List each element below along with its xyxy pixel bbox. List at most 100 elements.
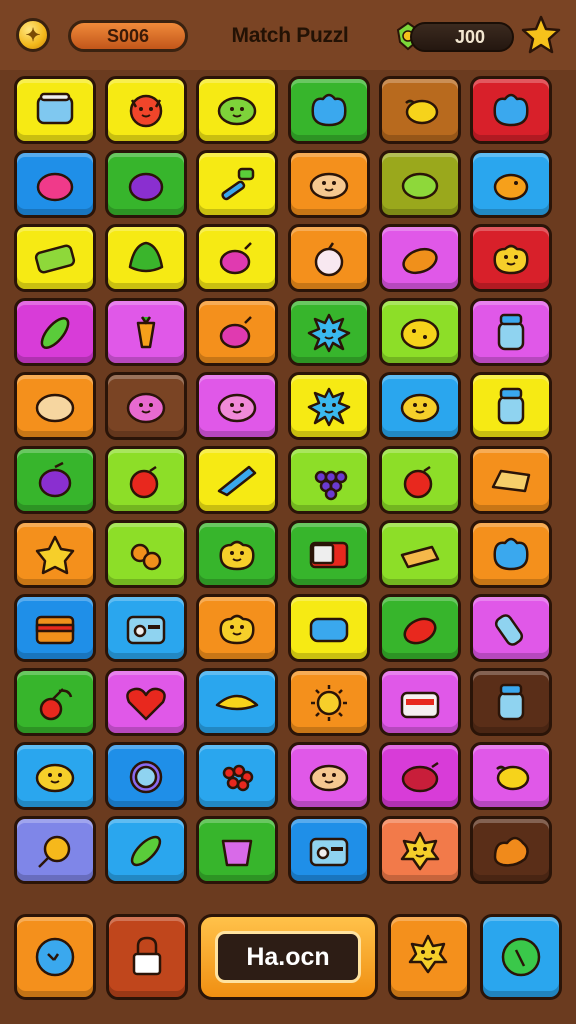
tile[interactable] <box>470 298 552 366</box>
tile[interactable] <box>105 668 188 736</box>
booster-button-sun-face[interactable] <box>388 914 470 1000</box>
lemon-icon <box>404 99 439 125</box>
grapes-icon <box>314 470 347 501</box>
mirror-icon <box>129 760 163 794</box>
tile[interactable] <box>105 76 188 144</box>
tile[interactable] <box>470 150 552 218</box>
match-button-label: Ha.ocn <box>215 931 361 983</box>
pink-blob-icon <box>218 393 257 423</box>
tile[interactable] <box>470 372 552 440</box>
bottle-icon <box>494 614 524 646</box>
cheese-blob-icon <box>400 318 440 350</box>
tile[interactable] <box>287 520 370 588</box>
tile[interactable] <box>196 298 279 366</box>
tile[interactable] <box>470 76 552 144</box>
tile[interactable] <box>378 150 461 218</box>
tile[interactable] <box>14 76 96 144</box>
tile[interactable] <box>378 372 461 440</box>
tile[interactable] <box>196 150 279 218</box>
jar-icon <box>497 387 525 425</box>
tile[interactable] <box>105 150 188 218</box>
tile[interactable] <box>287 446 370 514</box>
cherry-icon <box>39 688 73 721</box>
lime-icon <box>401 172 439 200</box>
tile[interactable] <box>470 446 552 514</box>
tile[interactable] <box>378 742 461 810</box>
tile[interactable] <box>378 298 461 366</box>
tile[interactable] <box>287 594 370 662</box>
tile[interactable] <box>14 520 96 588</box>
berries-icon <box>223 764 254 792</box>
tile[interactable] <box>14 668 96 736</box>
hammer-icon <box>221 167 255 201</box>
tile[interactable] <box>14 446 96 514</box>
tile[interactable] <box>196 446 279 514</box>
tile[interactable] <box>470 742 552 810</box>
tile[interactable] <box>378 446 461 514</box>
tile[interactable] <box>470 520 552 588</box>
pill-box-icon <box>309 617 348 643</box>
tile[interactable] <box>14 150 96 218</box>
tile[interactable] <box>287 76 370 144</box>
tile[interactable] <box>287 224 370 292</box>
blue-creature-icon <box>311 93 347 127</box>
tile[interactable] <box>378 76 461 144</box>
sun-face-icon <box>400 831 440 871</box>
gem-counter: J00 <box>410 22 514 52</box>
tile[interactable] <box>196 668 279 736</box>
match-button[interactable]: Ha.ocn <box>198 914 378 1000</box>
booster-button-green-orb[interactable] <box>480 914 562 1000</box>
tile[interactable] <box>105 520 188 588</box>
tile[interactable] <box>287 668 370 736</box>
tomato-icon <box>129 465 159 499</box>
tile[interactable] <box>378 594 461 662</box>
tile[interactable] <box>14 372 96 440</box>
tile[interactable] <box>378 668 461 736</box>
coin-icon[interactable]: ✦ <box>16 18 50 52</box>
tile[interactable] <box>105 594 188 662</box>
tile[interactable] <box>105 224 188 292</box>
tile[interactable] <box>470 668 552 736</box>
star-icon[interactable] <box>520 14 562 56</box>
tile[interactable] <box>378 520 461 588</box>
tile[interactable] <box>287 816 370 884</box>
tile[interactable] <box>470 816 552 884</box>
tile[interactable] <box>14 816 96 884</box>
tile[interactable] <box>470 224 552 292</box>
tile[interactable] <box>105 816 188 884</box>
tile[interactable] <box>196 372 279 440</box>
taco-icon <box>216 694 259 711</box>
tile[interactable] <box>105 446 188 514</box>
toaster-icon <box>400 691 440 719</box>
berry-icon <box>36 172 74 202</box>
tile[interactable] <box>105 298 188 366</box>
radio-icon <box>126 615 166 645</box>
tile[interactable] <box>378 224 461 292</box>
chick-icon <box>400 393 440 423</box>
tile[interactable] <box>14 224 96 292</box>
tile[interactable] <box>105 742 188 810</box>
booster-button-blue-orb[interactable] <box>14 914 96 1000</box>
lollipop-icon <box>38 835 71 868</box>
tile[interactable] <box>196 594 279 662</box>
tile[interactable] <box>196 224 279 292</box>
pig-face-icon <box>126 392 166 424</box>
tile[interactable] <box>105 372 188 440</box>
tile[interactable] <box>14 594 96 662</box>
tile[interactable] <box>196 742 279 810</box>
tile[interactable] <box>470 594 552 662</box>
tile[interactable] <box>287 150 370 218</box>
tile[interactable] <box>287 298 370 366</box>
tile[interactable] <box>14 742 96 810</box>
booster-button-lock[interactable] <box>106 914 188 1000</box>
bread-icon <box>491 469 531 493</box>
bottom-bar: Ha.ocn <box>14 914 562 1004</box>
tile[interactable] <box>378 816 461 884</box>
tile[interactable] <box>196 816 279 884</box>
sun-icon <box>310 685 347 721</box>
tile[interactable] <box>196 520 279 588</box>
tile[interactable] <box>287 742 370 810</box>
tile[interactable] <box>14 298 96 366</box>
tile[interactable] <box>287 372 370 440</box>
tile[interactable] <box>196 76 279 144</box>
